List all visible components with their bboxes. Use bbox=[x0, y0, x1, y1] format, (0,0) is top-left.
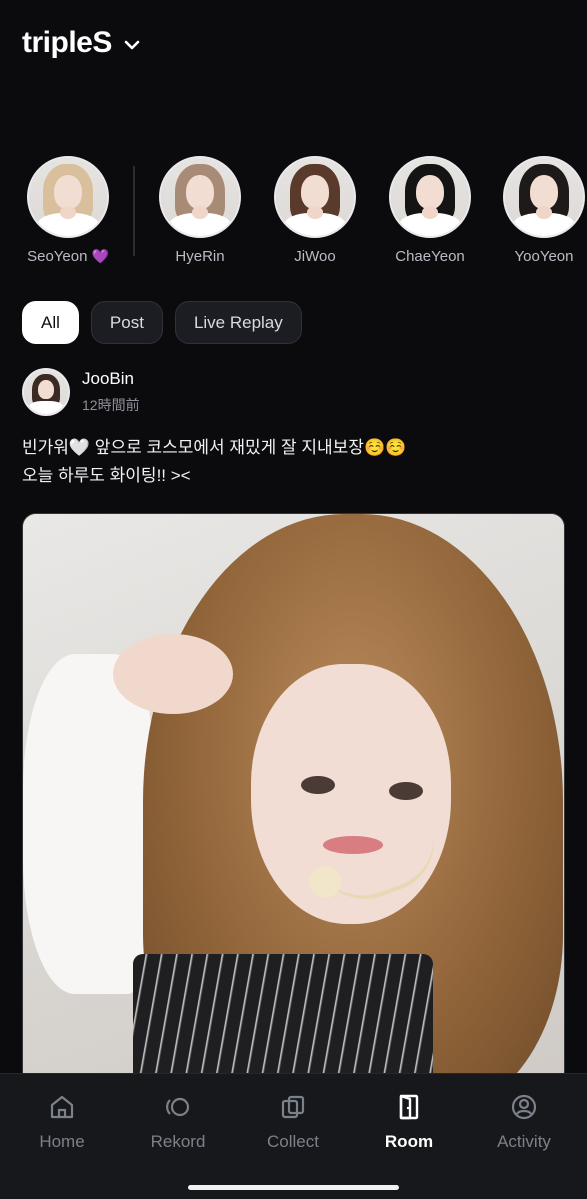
home-icon bbox=[50, 1095, 74, 1119]
activity-icon bbox=[511, 1094, 537, 1120]
filter-chip-live-replay[interactable]: Live Replay bbox=[174, 301, 302, 344]
app-root: tripleS SeoYeon 💜 HyeRin JiWoo ChaeYeon … bbox=[0, 0, 587, 1199]
tab-label: Collect bbox=[267, 1132, 319, 1151]
chevron-down-icon bbox=[124, 40, 140, 50]
tab-room[interactable]: Room bbox=[359, 1092, 459, 1152]
avatar bbox=[274, 156, 356, 238]
story-hyerin[interactable]: HyeRin bbox=[150, 156, 250, 265]
tab-home[interactable]: Home bbox=[12, 1092, 112, 1152]
bottom-tab-bar: Home Rekord Collect Room Activity bbox=[0, 1073, 587, 1199]
story-name: JiWoo bbox=[294, 248, 336, 265]
tab-label: Activity bbox=[497, 1132, 551, 1151]
story-divider bbox=[133, 166, 135, 256]
filter-chips: All Post Live Replay bbox=[22, 301, 302, 344]
post-author[interactable]: JooBin bbox=[82, 369, 140, 389]
story-name: SeoYeon bbox=[27, 248, 88, 265]
post-body: 빈가워🤍 앞으로 코스모에서 재밌게 잘 지내보장☺️☺️ 오늘 하루도 화이팅… bbox=[22, 434, 567, 490]
post-timestamp: 12時間前 bbox=[82, 397, 140, 413]
avatar bbox=[503, 156, 585, 238]
story-name: ChaeYeon bbox=[395, 248, 465, 265]
home-indicator[interactable] bbox=[188, 1185, 399, 1190]
story-jiwoo[interactable]: JiWoo bbox=[265, 156, 365, 265]
story-name: YooYeon bbox=[514, 248, 574, 265]
tab-rekord[interactable]: Rekord bbox=[128, 1092, 228, 1152]
avatar bbox=[389, 156, 471, 238]
collect-icon bbox=[281, 1095, 305, 1119]
tab-collect[interactable]: Collect bbox=[243, 1092, 343, 1152]
group-switcher[interactable]: tripleS bbox=[22, 26, 142, 60]
tab-activity[interactable]: Activity bbox=[474, 1092, 574, 1152]
story-name: HyeRin bbox=[175, 248, 225, 265]
group-title: tripleS bbox=[22, 26, 112, 59]
rekord-icon bbox=[166, 1097, 190, 1117]
story-yooyeon[interactable]: YooYeon bbox=[494, 156, 587, 265]
post-text-line-1: 빈가워🤍 앞으로 코스모에서 재밌게 잘 지내보장☺️☺️ bbox=[22, 438, 407, 457]
tab-label: Rekord bbox=[150, 1132, 206, 1151]
post-header: JooBin 12時間前 bbox=[22, 368, 140, 416]
post-text-line-2: 오늘 하루도 화이팅!! >< bbox=[22, 466, 191, 485]
filter-chip-all[interactable]: All bbox=[22, 301, 79, 344]
avatar bbox=[27, 156, 109, 238]
filter-chip-post[interactable]: Post bbox=[90, 301, 163, 344]
tab-label: Home bbox=[39, 1132, 85, 1151]
heart-badge-icon: 💜 bbox=[91, 248, 109, 264]
tab-label: Room bbox=[384, 1132, 434, 1151]
story-seoyeon[interactable]: SeoYeon 💜 bbox=[18, 156, 118, 265]
door-icon bbox=[399, 1094, 419, 1120]
avatar bbox=[159, 156, 241, 238]
post-photo[interactable] bbox=[22, 513, 565, 1093]
story-chaeyeon[interactable]: ChaeYeon bbox=[380, 156, 480, 265]
author-avatar[interactable] bbox=[22, 368, 70, 416]
